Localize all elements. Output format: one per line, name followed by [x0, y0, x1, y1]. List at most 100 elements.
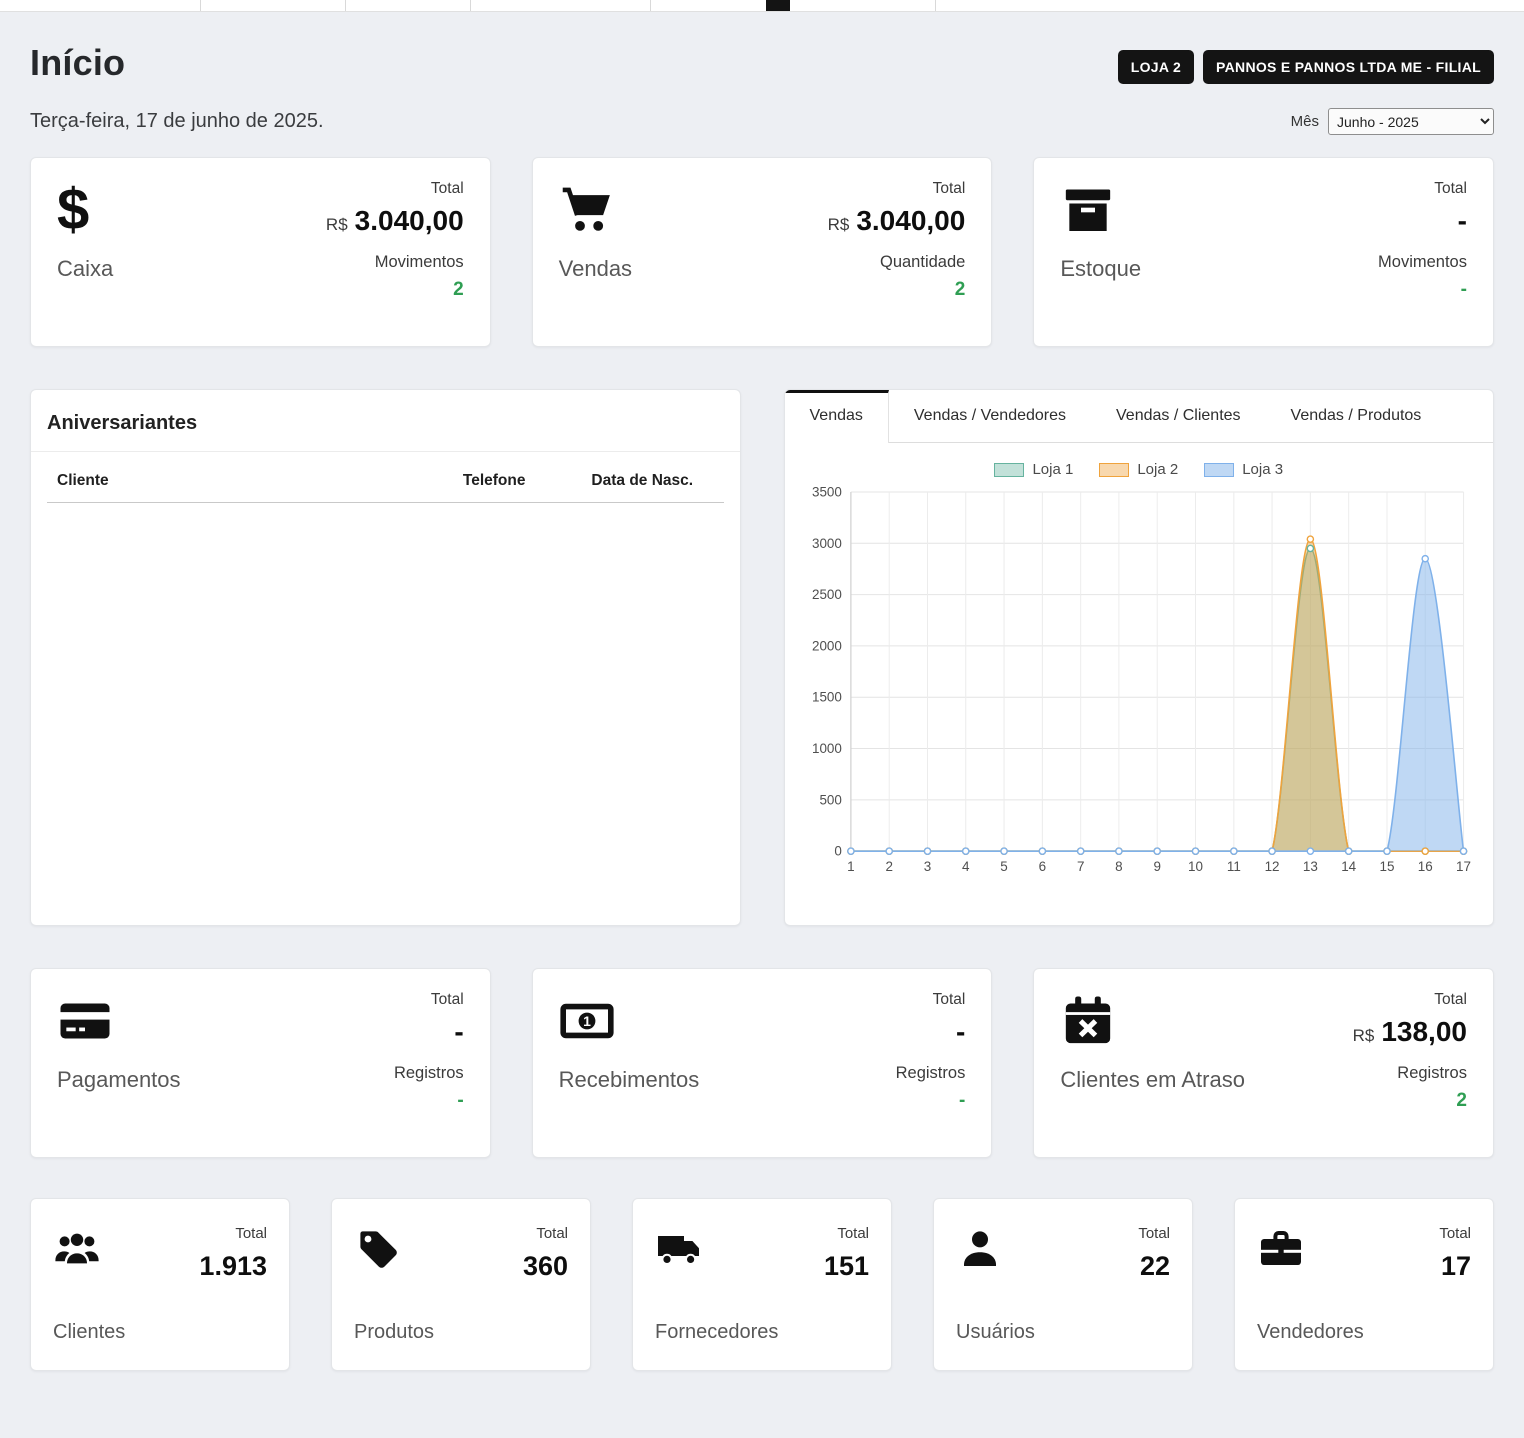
fornecedores-card: Total 151 Fornecedores — [632, 1198, 892, 1371]
card-title: Pagamentos — [57, 1067, 181, 1093]
sub-value: - — [394, 1090, 464, 1112]
card-title: Produtos — [354, 1321, 434, 1344]
tab-vendas[interactable]: Vendas — [785, 390, 889, 443]
sales-chart: Loja 1 Loja 2 Loja 3 0 500 1000 1500 2000 250… — [785, 443, 1494, 902]
svg-text:13: 13 — [1302, 859, 1317, 874]
sub-value: - — [1378, 279, 1467, 301]
legend-item-loja2[interactable]: Loja 2 — [1099, 461, 1178, 478]
date-row: Terça-feira, 17 de junho de 2025. Mês Ju… — [30, 108, 1494, 135]
sub-label: Movimentos — [326, 253, 464, 272]
company-badge[interactable]: PANNOS E PANNOS LTDA ME - FILIAL — [1203, 50, 1494, 84]
card-title: Vendedores — [1257, 1321, 1364, 1344]
total-label: Total — [896, 991, 966, 1009]
total-label: Total — [828, 180, 966, 198]
clientes-em-atraso-card: Clientes em Atraso Total R$ 138,00 Regist… — [1033, 968, 1494, 1158]
chart-legend: Loja 1 Loja 2 Loja 3 — [803, 461, 1476, 478]
sub-label: Registros — [896, 1064, 966, 1083]
tab-vendas-clientes[interactable]: Vendas / Clientes — [1091, 390, 1266, 442]
menubar-divider — [935, 0, 936, 11]
estoque-card: Estoque Total - Movimentos - — [1033, 157, 1494, 347]
svg-text:16: 16 — [1417, 859, 1432, 874]
top-menubar[interactable] — [0, 0, 1524, 12]
svg-text:15: 15 — [1379, 859, 1394, 874]
clientes-card: Total 1.913 Clientes — [30, 1198, 290, 1371]
svg-text:14: 14 — [1341, 859, 1356, 874]
svg-text:2: 2 — [885, 859, 892, 874]
sub-value: 2 — [828, 279, 966, 301]
legend-item-loja1[interactable]: Loja 1 — [994, 461, 1073, 478]
legend-item-loja3[interactable]: Loja 3 — [1204, 461, 1283, 478]
total-value: - — [956, 1016, 965, 1047]
card-title: Clientes em Atraso — [1060, 1067, 1245, 1093]
currency-prefix: R$ — [1353, 1026, 1375, 1045]
vendedores-card: Total 17 Vendedores — [1234, 1198, 1494, 1371]
total-value: 22 — [1138, 1251, 1170, 1282]
page-header: Início LOJA 2 PANNOS E PANNOS LTDA ME - … — [30, 42, 1494, 84]
page-title: Início — [30, 42, 125, 84]
money-bill-icon: 1 — [559, 993, 615, 1049]
menubar-divider — [345, 0, 346, 11]
users-icon — [53, 1225, 101, 1273]
produtos-card: Total 360 Produtos — [331, 1198, 591, 1371]
total-value: 17 — [1439, 1251, 1471, 1282]
sub-label: Registros — [1353, 1064, 1467, 1083]
tab-vendas-produtos[interactable]: Vendas / Produtos — [1266, 390, 1447, 442]
pagamentos-card: Pagamentos Total - Registros - — [30, 968, 491, 1158]
menubar-divider — [650, 0, 651, 11]
recebimentos-card: 1 Recebimentos Total - Registros - — [532, 968, 993, 1158]
truck-icon — [655, 1225, 703, 1273]
total-label: Total — [1378, 180, 1467, 198]
total-label: Total — [824, 1225, 869, 1242]
menubar-divider — [200, 0, 201, 11]
svg-text:3: 3 — [923, 859, 930, 874]
svg-text:5: 5 — [1000, 859, 1007, 874]
store-badges: LOJA 2 PANNOS E PANNOS LTDA ME - FILIAL — [1118, 50, 1494, 84]
svg-text:2000: 2000 — [811, 638, 841, 653]
column-header-telefone: Telefone — [453, 460, 582, 503]
menubar-active-item[interactable] — [766, 0, 790, 11]
svg-text:500: 500 — [819, 792, 841, 807]
card-title: Recebimentos — [559, 1067, 700, 1093]
svg-text:2500: 2500 — [811, 587, 841, 602]
svg-text:7: 7 — [1076, 859, 1083, 874]
total-label: Total — [1353, 991, 1467, 1009]
aniversariantes-card: Aniversariantes Cliente Telefone Data de… — [30, 389, 741, 926]
caixa-card: $ Caixa Total R$3.040,00 Movimentos 2 — [30, 157, 491, 347]
card-title: Estoque — [1060, 256, 1141, 282]
card-title: Fornecedores — [655, 1321, 778, 1344]
svg-text:9: 9 — [1153, 859, 1160, 874]
svg-text:1500: 1500 — [811, 690, 841, 705]
legend-swatch-loja2 — [1099, 463, 1129, 477]
calendar-x-icon — [1060, 993, 1116, 1049]
dashboard-content: Início LOJA 2 PANNOS E PANNOS LTDA ME - … — [0, 42, 1524, 1417]
sales-area-chart: 0500100015002000250030003500123456789101… — [803, 482, 1476, 881]
sub-label: Quantidade — [828, 253, 966, 272]
svg-text:3500: 3500 — [811, 484, 841, 499]
svg-text:0: 0 — [834, 844, 841, 859]
svg-text:1000: 1000 — [811, 741, 841, 756]
svg-text:10: 10 — [1188, 859, 1203, 874]
total-label: Total — [1439, 1225, 1471, 1242]
card-title: Caixa — [57, 256, 113, 282]
svg-text:11: 11 — [1226, 859, 1240, 874]
entity-row: Total 1.913 Clientes Total 360 Produtos — [30, 1198, 1494, 1371]
total-label: Total — [1138, 1225, 1170, 1242]
total-label: Total — [326, 180, 464, 198]
total-label: Total — [394, 991, 464, 1009]
summary-row: $ Caixa Total R$3.040,00 Movimentos 2 Ve… — [30, 157, 1494, 347]
aniversariantes-title: Aniversariantes — [31, 390, 740, 452]
month-select[interactable]: Junho - 2025 — [1328, 108, 1494, 135]
legend-swatch-loja1 — [994, 463, 1024, 477]
total-value: - — [1458, 205, 1467, 236]
sales-chart-card: Vendas Vendas / Vendedores Vendas / Clie… — [784, 389, 1495, 926]
total-value: 1.913 — [199, 1251, 267, 1282]
current-date: Terça-feira, 17 de junho de 2025. — [30, 110, 324, 133]
total-value: 138,00 — [1381, 1016, 1467, 1047]
total-value: - — [454, 1016, 463, 1047]
store-badge[interactable]: LOJA 2 — [1118, 50, 1194, 84]
tab-vendas-vendedores[interactable]: Vendas / Vendedores — [889, 390, 1091, 442]
total-value: 151 — [824, 1251, 869, 1282]
finance-row: Pagamentos Total - Registros - 1 Recebim… — [30, 968, 1494, 1158]
month-label: Mês — [1291, 113, 1319, 130]
legend-label: Loja 1 — [1032, 461, 1073, 478]
